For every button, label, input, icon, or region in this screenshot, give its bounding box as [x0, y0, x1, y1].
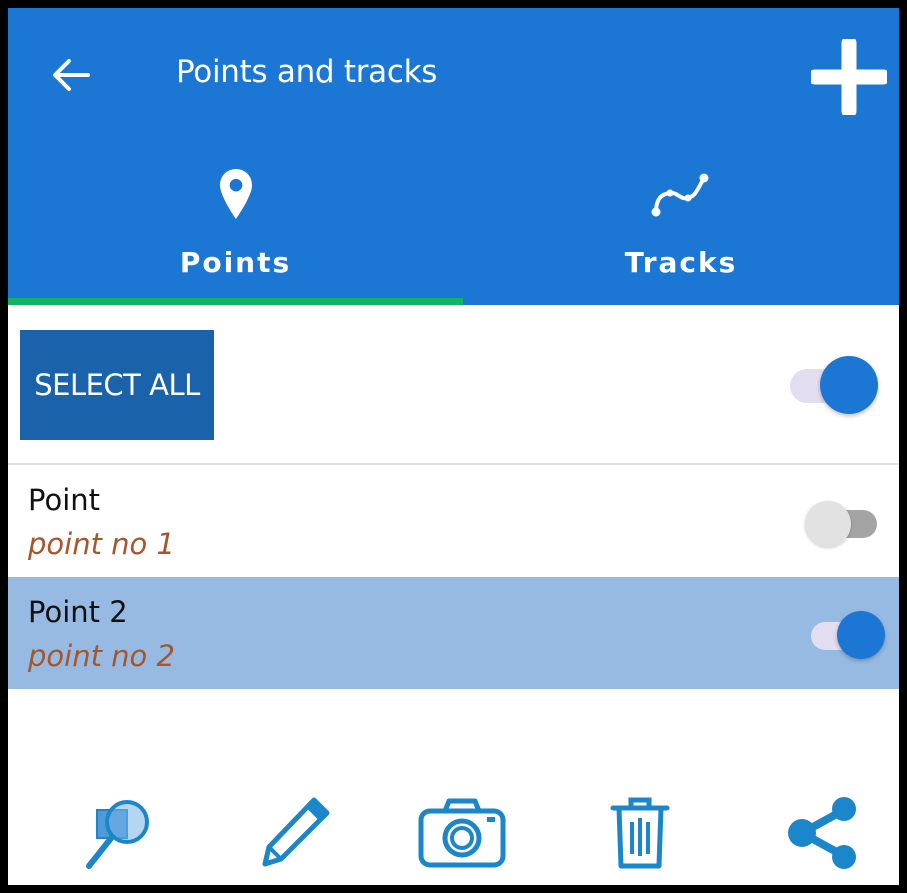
map-pin-icon	[219, 169, 252, 219]
tab-selected-indicator	[8, 298, 463, 305]
select-all-row: SELECT ALL	[8, 305, 899, 465]
point-description: point no 1	[28, 527, 175, 561]
arrow-left-icon	[53, 59, 90, 91]
toggle-thumb	[837, 611, 885, 659]
zoom-to-button[interactable]	[70, 788, 170, 878]
edit-pencil-icon	[262, 797, 330, 867]
toggle-thumb	[820, 356, 878, 414]
add-button[interactable]	[806, 34, 892, 120]
app-screen: Points and tracks Points Tracks SELECT A…	[8, 8, 899, 885]
bottom-toolbar	[8, 778, 899, 885]
select-all-toggle[interactable]	[790, 353, 882, 414]
point-visibility-toggle[interactable]	[805, 610, 885, 660]
tab-points-label: Points	[179, 246, 292, 279]
tab-tracks-label: Tracks	[624, 246, 738, 279]
tab-points[interactable]: Points	[8, 158, 463, 305]
point-description: point no 2	[28, 639, 175, 673]
zoom-to-icon	[86, 800, 149, 869]
point-name: Point 2	[28, 595, 128, 629]
share-button[interactable]	[774, 788, 874, 878]
plus-icon	[811, 39, 887, 115]
page-title: Points and tracks	[176, 54, 438, 90]
point-name: Point	[28, 483, 101, 517]
app-bar: Points and tracks Points Tracks	[8, 8, 899, 305]
track-line-icon	[651, 173, 709, 217]
point-visibility-toggle[interactable]	[805, 498, 883, 548]
tab-tracks[interactable]: Tracks	[463, 158, 899, 305]
trash-icon	[610, 797, 670, 869]
select-all-button[interactable]: SELECT ALL	[20, 330, 214, 440]
edit-button[interactable]	[244, 788, 344, 878]
camera-button[interactable]	[412, 788, 512, 878]
share-icon	[788, 797, 856, 869]
list-item[interactable]: Point point no 1	[8, 465, 899, 577]
delete-button[interactable]	[590, 788, 690, 878]
back-button[interactable]	[48, 52, 94, 98]
toggle-thumb	[805, 501, 851, 547]
list-item[interactable]: Point 2 point no 2	[8, 577, 899, 689]
camera-icon	[418, 798, 506, 868]
